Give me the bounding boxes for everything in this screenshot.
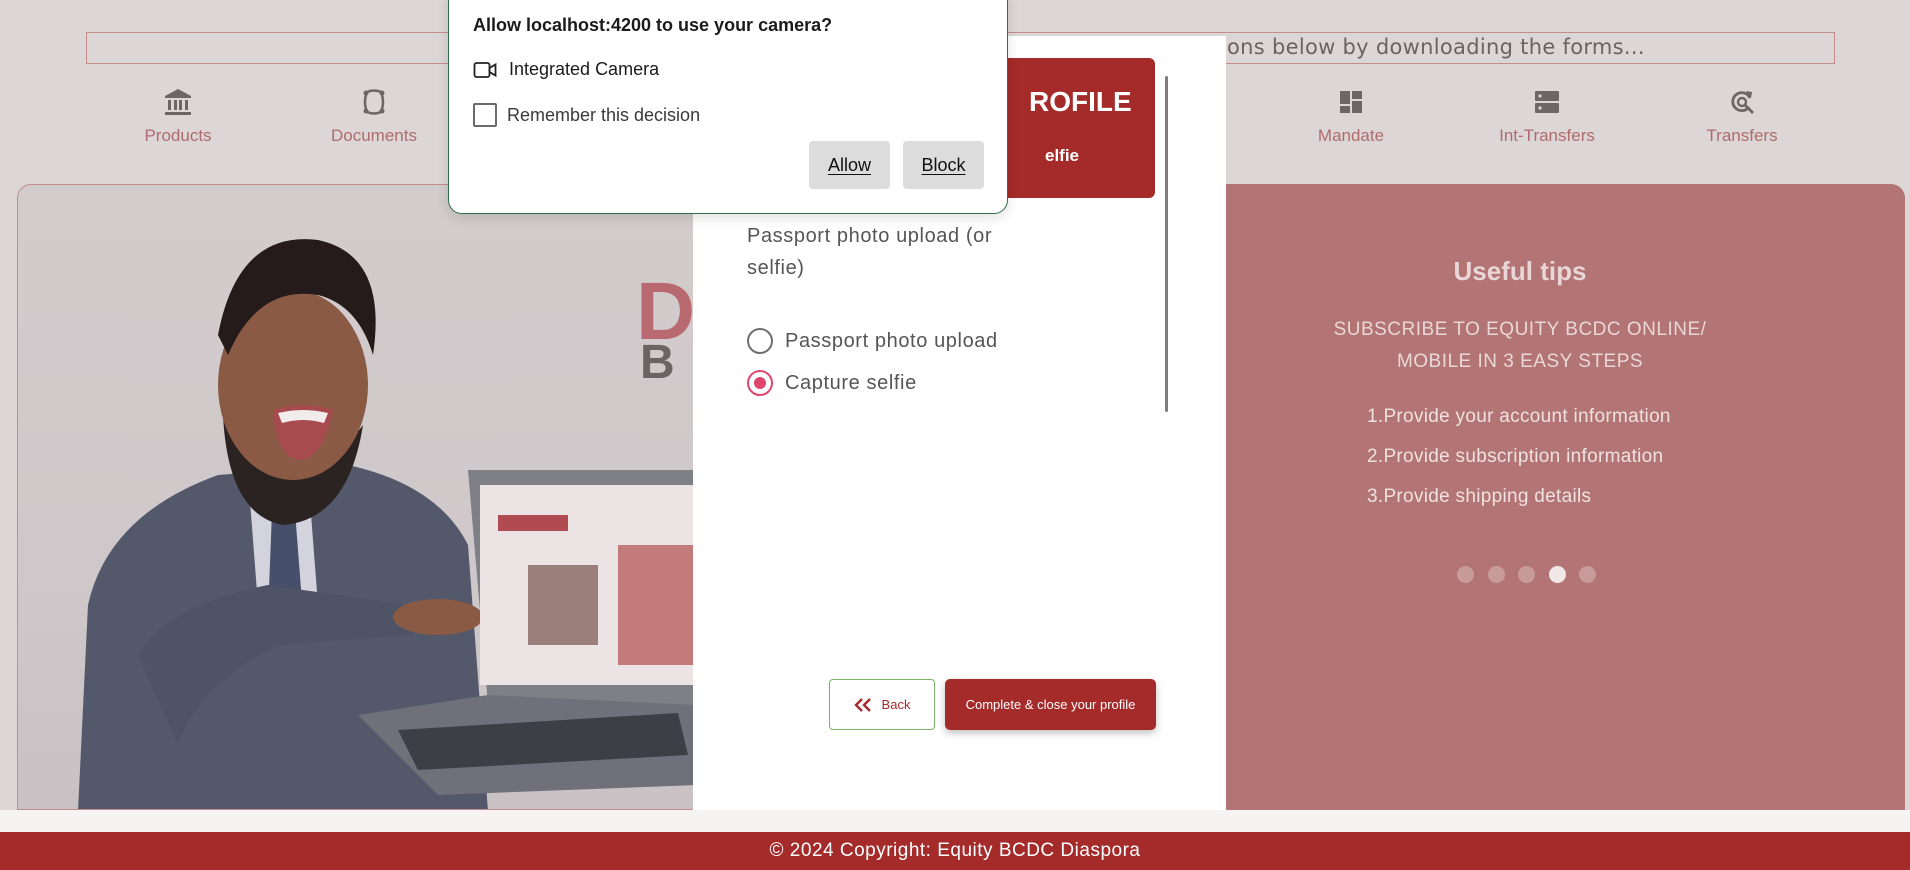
camera-icon	[473, 61, 497, 78]
remember-decision-checkbox[interactable]: Remember this decision	[473, 103, 700, 127]
checkbox[interactable]	[473, 103, 497, 127]
documents-icon	[363, 89, 385, 115]
nav-label-products: Products	[144, 126, 212, 145]
nav-item-int-transfers[interactable]: Int-Transfers	[1467, 80, 1627, 146]
marquee-text: ons below by downloading the forms...	[1227, 35, 1645, 59]
tips-subtitle: SUBSCRIBE TO EQUITY BCDC ONLINE/ MOBILE …	[1333, 319, 1707, 372]
carousel-dots	[1457, 566, 1597, 586]
radio-button-checked[interactable]	[747, 370, 773, 396]
permission-device: Integrated Camera	[473, 59, 659, 80]
nav-item-transfers[interactable]: Transfers	[1662, 80, 1822, 146]
refresh-search-icon	[1731, 91, 1754, 114]
nav-label-int-transfers: Int-Transfers	[1499, 126, 1595, 145]
useful-tips-panel: Useful tips SUBSCRIBE TO EQUITY BCDC ONL…	[1225, 184, 1905, 810]
nav-label-documents: Documents	[331, 126, 417, 145]
carousel-dot[interactable]	[1518, 566, 1535, 583]
card-header-title: ROFILE	[1029, 86, 1132, 117]
bank-icon	[165, 89, 191, 115]
tips-step: 3.Provide shipping details	[1367, 486, 1592, 507]
radio-label: Capture selfie	[785, 371, 917, 394]
card-scrollbar[interactable]	[1165, 76, 1168, 412]
camera-permission-popup: Allow localhost:4200 to use your camera?…	[448, 0, 1008, 214]
nav-label-mandate: Mandate	[1317, 126, 1385, 145]
copyright-text: © 2024 Copyright: Equity BCDC Diaspora	[769, 840, 1141, 861]
hero-man-with-laptop-illustration	[78, 239, 694, 809]
tips-step: 1.Provide your account information	[1367, 406, 1671, 427]
block-label: Block	[921, 154, 966, 175]
dashboard-icon	[1340, 91, 1362, 113]
footer-spacer	[0, 810, 1910, 832]
back-button-label: Back	[881, 697, 911, 712]
radio-button[interactable]	[747, 328, 773, 354]
tips-title: Useful tips	[1453, 256, 1587, 286]
allow-label: Allow	[827, 154, 871, 175]
footer: © 2024 Copyright: Equity BCDC Diaspora	[0, 832, 1910, 870]
radio-label: Passport photo upload	[785, 329, 998, 352]
carousel-dot-active[interactable]	[1549, 566, 1566, 583]
nav-label-transfers: Transfers	[1706, 126, 1778, 145]
card-header-subtitle: elfie	[1045, 146, 1080, 165]
nav-item-documents[interactable]: Documents	[294, 80, 454, 146]
camera-device-label: Integrated Camera	[509, 59, 660, 79]
server-icon	[1535, 91, 1559, 113]
hero-letter-b: B	[640, 336, 675, 389]
double-chevron-left-icon	[853, 697, 871, 712]
nav-item-products[interactable]: Products	[98, 80, 258, 146]
permission-title: Allow localhost:4200 to use your camera?	[473, 15, 833, 35]
nav-item-mandate[interactable]: Mandate	[1271, 80, 1431, 146]
complete-profile-label: Complete & close your profile	[965, 697, 1136, 712]
tips-step: 2.Provide subscription information	[1367, 446, 1664, 467]
carousel-dot[interactable]	[1457, 566, 1474, 583]
back-button[interactable]: Back	[829, 679, 935, 730]
remember-label: Remember this decision	[507, 104, 701, 125]
allow-button[interactable]: Allow	[809, 141, 890, 189]
complete-profile-button[interactable]: Complete & close your profile	[945, 679, 1156, 730]
hero-banner: D B	[17, 184, 695, 810]
photo-question: Passport photo upload (or selfie)	[747, 225, 993, 279]
carousel-dot[interactable]	[1579, 566, 1596, 583]
radio-passport-upload[interactable]: Passport photo upload	[747, 328, 998, 354]
block-button[interactable]: Block	[903, 141, 984, 189]
radio-capture-selfie[interactable]: Capture selfie	[747, 370, 917, 396]
carousel-dot[interactable]	[1488, 566, 1505, 583]
